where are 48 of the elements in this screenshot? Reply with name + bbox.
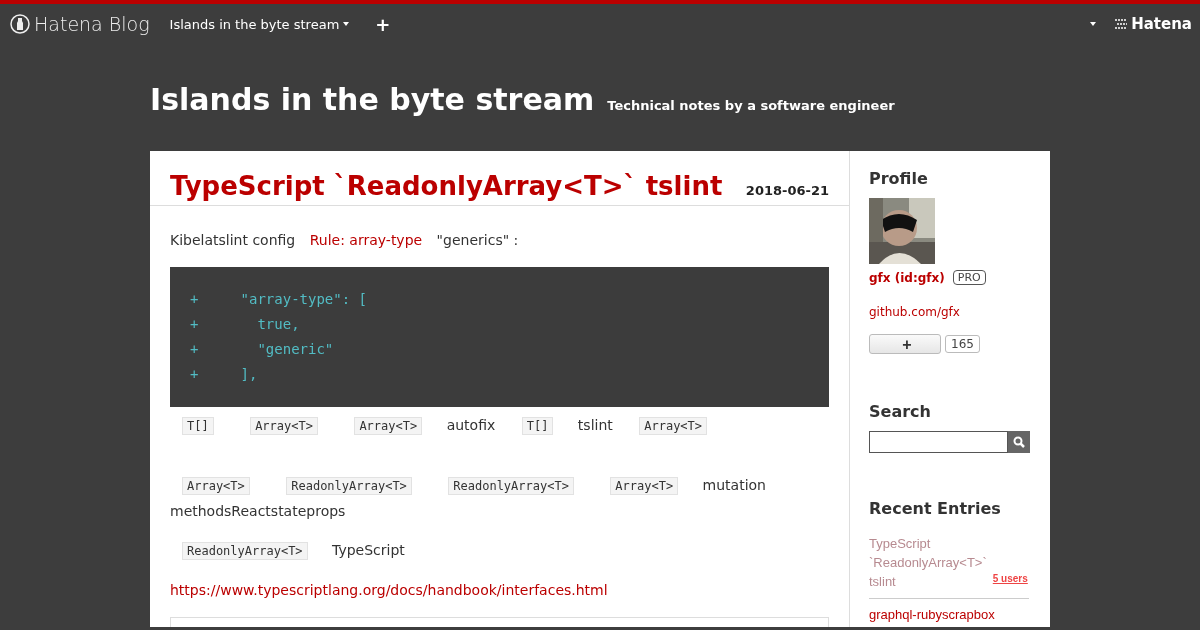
inline-code: Array<T>	[610, 477, 679, 495]
pro-badge: PRO	[952, 270, 986, 285]
section-heading: Recent Entries	[869, 499, 1002, 518]
code-line: + true,	[190, 315, 301, 334]
section-heading: Profile	[869, 169, 929, 188]
code-line: + "generic"	[190, 340, 335, 359]
text-link[interactable]: Rule: array-type	[309, 232, 423, 248]
blog-title[interactable]: Islands in the byte stream	[150, 82, 595, 117]
article-date[interactable]: 2018-06-21	[745, 183, 829, 198]
text-link[interactable]: https://www.typescriptlang.org/docs/handbook/interfaces.html	[170, 582, 608, 598]
inline-code: T[]	[182, 417, 214, 435]
profile-link[interactable]: github.com/gfx	[869, 305, 1039, 319]
body-text: "generics" :	[436, 232, 519, 248]
inline-code: Array<T>	[354, 417, 423, 435]
follower-count: 165	[945, 335, 980, 353]
body-text: tslint	[577, 417, 613, 433]
hatena-logo[interactable]: Hatena	[1114, 15, 1192, 33]
search-button[interactable]	[1008, 431, 1030, 453]
code-line: + ],	[190, 365, 259, 384]
bottle-icon	[10, 14, 30, 34]
inline-code: Array<T>	[182, 477, 250, 495]
inline-code: ReadonlyArray<T>	[286, 477, 412, 495]
dotted-lines-icon	[1114, 18, 1129, 30]
body-text: TypeScript	[332, 542, 405, 558]
inline-code: ReadonlyArray<T>	[448, 477, 574, 495]
code-line: + "array-type": [	[190, 290, 368, 309]
article-title[interactable]: TypeScript `ReadonlyArray<T>` tslint	[170, 171, 723, 201]
body-text: Kibelatslint config	[170, 232, 296, 248]
blog-tagline: Technical notes by a software engineer	[607, 98, 895, 113]
inline-code: T[]	[521, 417, 554, 435]
caret-icon[interactable]	[1090, 22, 1097, 26]
body-text: autofix	[446, 417, 496, 433]
blog-menu[interactable]: Islands in the byte stream	[169, 16, 350, 32]
inline-code: ReadonlyArray<T>	[182, 542, 308, 560]
add-button[interactable]: +	[375, 13, 391, 35]
bookmark-count[interactable]: 5 users	[992, 569, 1028, 588]
search-field[interactable]	[869, 431, 1008, 453]
entry-link[interactable]: graphql-rubyscrapbox	[869, 605, 995, 624]
inline-code: Array<T>	[250, 417, 318, 435]
blog-logo[interactable]: Hatena Blog	[10, 13, 150, 35]
inline-code: Array<T>	[639, 417, 708, 435]
body-text: mutation	[702, 477, 766, 493]
profile-name[interactable]: gfx (id:gfx)	[869, 270, 945, 285]
search-icon	[1013, 436, 1025, 448]
follow-button[interactable]: +	[869, 334, 941, 354]
body-text: methodsReactstateprops	[170, 503, 346, 519]
section-heading: Search	[869, 402, 932, 421]
caret-icon	[343, 22, 350, 26]
